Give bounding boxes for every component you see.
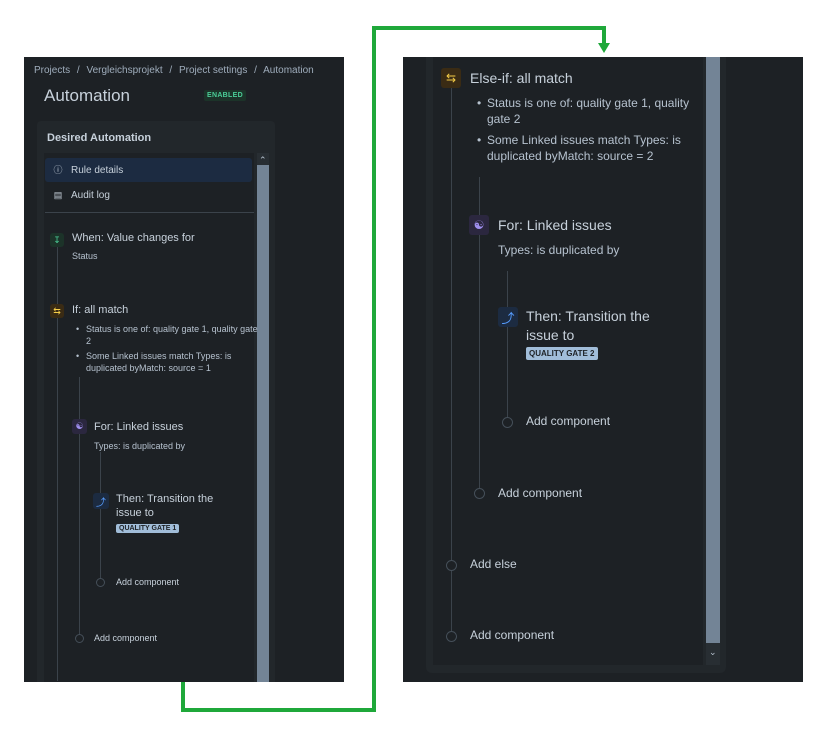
branch-icon: ☯ <box>72 419 87 434</box>
nav-rule-details[interactable]: ⓘ Rule details <box>45 158 252 182</box>
rule-name: Desired Automation <box>47 132 152 144</box>
add-node-icon <box>96 578 105 587</box>
add-node-icon <box>474 488 485 499</box>
connector-arrowhead-icon <box>598 43 610 53</box>
branch-subtitle: Types: is duplicated by <box>94 441 186 451</box>
add-node-icon <box>446 631 457 642</box>
nav-rule-details-label: Rule details <box>71 164 124 176</box>
transition-icon: ⤴ <box>93 493 109 509</box>
connector-bottom-horizontal <box>181 708 376 712</box>
breadcrumb-projects[interactable]: Projects <box>34 65 70 76</box>
breadcrumb-separator: / <box>254 65 257 76</box>
audit-log-icon: ▤ <box>53 190 63 200</box>
flow-line <box>100 452 101 579</box>
trigger-subtitle: Status <box>72 251 98 261</box>
condition-bullet: Some Linked issues match Types: is dupli… <box>76 350 261 374</box>
scrollbar-thumb[interactable] <box>706 57 720 643</box>
nav-audit-log[interactable]: ▤ Audit log <box>45 183 252 207</box>
condition-title: If: all match <box>72 304 129 316</box>
add-component-label: Add component <box>526 414 611 428</box>
action-title-line1: Then: Transition the <box>526 308 650 324</box>
breadcrumb-separator: / <box>169 65 173 76</box>
add-node-icon <box>502 417 513 428</box>
nav-audit-log-label: Audit log <box>71 189 110 201</box>
condition-bullets: Status is one of: quality gate 1, qualit… <box>477 95 702 164</box>
trigger-icon: ↧ <box>50 233 64 247</box>
add-component-label: Add component <box>498 486 583 500</box>
scrollbar[interactable]: ⌃ <box>257 153 269 682</box>
condition-bullet: Some Linked issues match Types: is dupli… <box>477 132 702 164</box>
status-lozenge: QUALITY GATE 2 <box>526 347 598 360</box>
page-title: Automation <box>44 86 130 105</box>
add-node-icon <box>75 634 84 643</box>
add-node-icon <box>446 560 457 571</box>
branch-title: For: Linked issues <box>498 217 612 233</box>
info-icon: ⓘ <box>53 165 63 175</box>
condition-icon: ⇆ <box>441 68 461 88</box>
add-component-label: Add component <box>116 577 180 587</box>
action-title-line2: issue to <box>116 507 154 519</box>
breadcrumb: Projects / Vergleichsprojekt / Project s… <box>34 65 314 76</box>
condition-title: Else-if: all match <box>470 70 573 86</box>
flow-line <box>451 85 452 637</box>
right-screenshot-panel: ⌄ ⇆ Else-if: all match Status is one of:… <box>403 57 803 682</box>
flow-line <box>79 377 80 637</box>
add-else-label: Add else <box>470 557 517 571</box>
breadcrumb-automation[interactable]: Automation <box>263 65 314 76</box>
scrollbar[interactable]: ⌄ <box>706 57 720 665</box>
flow-line <box>507 271 508 421</box>
breadcrumb-project-settings[interactable]: Project settings <box>179 65 247 76</box>
trigger-title: When: Value changes for <box>72 232 195 244</box>
nav-divider <box>45 212 254 213</box>
connector-top-horizontal <box>372 26 606 30</box>
status-lozenge: QUALITY GATE 1 <box>116 524 180 533</box>
status-badge: ENABLED <box>204 90 246 101</box>
condition-bullet: Status is one of: quality gate 1, qualit… <box>477 95 702 127</box>
transition-icon: ⤴ <box>498 307 518 327</box>
condition-bullets: Status is one of: quality gate 1, qualit… <box>76 323 261 374</box>
breadcrumb-separator: / <box>76 65 80 76</box>
condition-icon: ⇆ <box>50 304 64 318</box>
add-component-label: Add component <box>470 628 555 642</box>
condition-bullet: Status is one of: quality gate 1, qualit… <box>76 323 261 347</box>
add-component-label: Add component <box>94 633 158 643</box>
scrollbar-thumb[interactable] <box>257 165 269 682</box>
breadcrumb-project[interactable]: Vergleichsprojekt <box>86 65 162 76</box>
branch-title: For: Linked issues <box>94 421 184 433</box>
left-screenshot-panel: Projects / Vergleichsprojekt / Project s… <box>24 57 344 682</box>
branch-subtitle: Types: is duplicated by <box>498 243 620 257</box>
action-title-line2: issue to <box>526 327 575 343</box>
branch-icon: ☯ <box>469 215 489 235</box>
action-title-line1: Then: Transition the <box>116 493 214 505</box>
connector-middle-vertical <box>372 26 376 712</box>
connector-top-drop <box>602 26 606 44</box>
scroll-down-icon[interactable]: ⌄ <box>709 647 717 658</box>
